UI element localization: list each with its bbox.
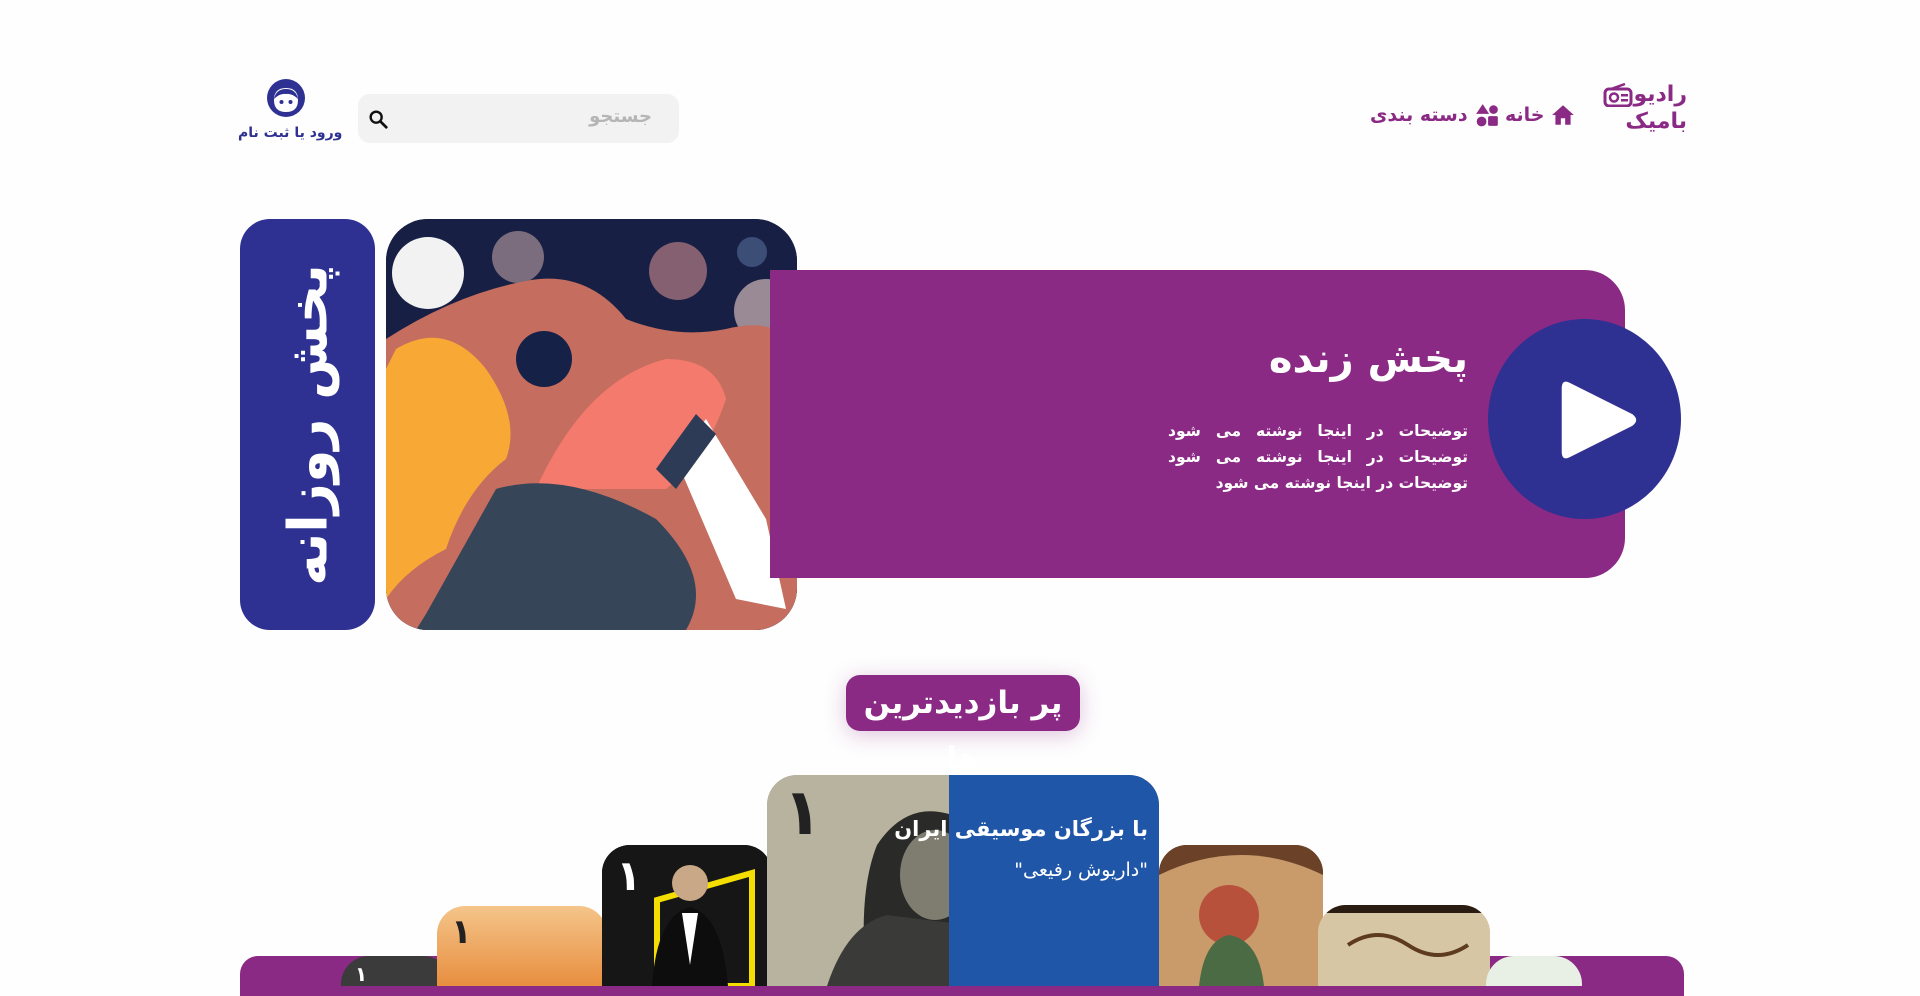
card-rank: ۱ <box>355 962 368 986</box>
most-visited-card-featured[interactable]: با بزرگان موسیقی ایران "داریوش رفیعی" ۱ <box>767 775 1159 986</box>
most-visited-card[interactable]: ۱ <box>341 956 451 986</box>
card-image <box>1159 845 1323 986</box>
card-image <box>1318 905 1490 986</box>
logo-text-line2: بامیک <box>1625 109 1687 134</box>
login-register-button[interactable]: ورود یا ثبت نام <box>238 78 343 142</box>
most-visited-card[interactable] <box>1486 956 1582 986</box>
nav-categories-label: دسته بندی <box>1370 104 1468 126</box>
play-button[interactable] <box>1488 319 1681 519</box>
most-visited-card[interactable]: ۱ <box>602 845 772 986</box>
card-rank: ۱ <box>783 776 823 850</box>
nav-categories[interactable]: دسته بندی <box>1370 101 1500 129</box>
daily-broadcast-label: پخش روزانه <box>276 263 339 586</box>
most-visited-card[interactable] <box>1159 845 1323 986</box>
logo-text-line1: رادیو <box>1633 82 1687 107</box>
home-icon <box>1552 105 1575 125</box>
live-broadcast-description: توضیحات در اینجا نوشته می شود توضیحات در… <box>1168 422 1468 492</box>
login-label: ورود یا ثبت نام <box>238 125 343 141</box>
most-visited-card[interactable]: ۱ <box>437 906 607 986</box>
search-box[interactable]: جستجو <box>358 94 679 143</box>
daily-broadcast-button[interactable]: پخش روزانه <box>240 219 375 630</box>
radio-icon <box>1603 83 1633 107</box>
featured-card-title: با بزرگان موسیقی ایران <box>894 817 1148 841</box>
card-rank: ۱ <box>616 851 642 900</box>
most-visited-title: پر بازدیدترین ها <box>863 685 1063 777</box>
card-rank: ۱ <box>451 912 472 952</box>
logo[interactable]: رادیو بامیک <box>1603 79 1687 141</box>
play-icon <box>1561 381 1637 459</box>
live-broadcast-title: پخش زنده <box>1268 336 1468 382</box>
nav-home[interactable]: خانه <box>1505 101 1576 129</box>
hero-artwork <box>386 219 797 630</box>
most-visited-card[interactable] <box>1318 905 1490 986</box>
search-icon[interactable] <box>367 108 389 130</box>
category-shapes-icon <box>1475 104 1498 127</box>
user-avatar-icon <box>267 79 305 117</box>
nav-home-label: خانه <box>1505 104 1545 126</box>
search-input[interactable]: جستجو <box>589 106 652 127</box>
featured-card-subtitle: "داریوش رفیعی" <box>1014 859 1148 881</box>
most-visited-heading: پر بازدیدترین ها <box>846 675 1080 777</box>
